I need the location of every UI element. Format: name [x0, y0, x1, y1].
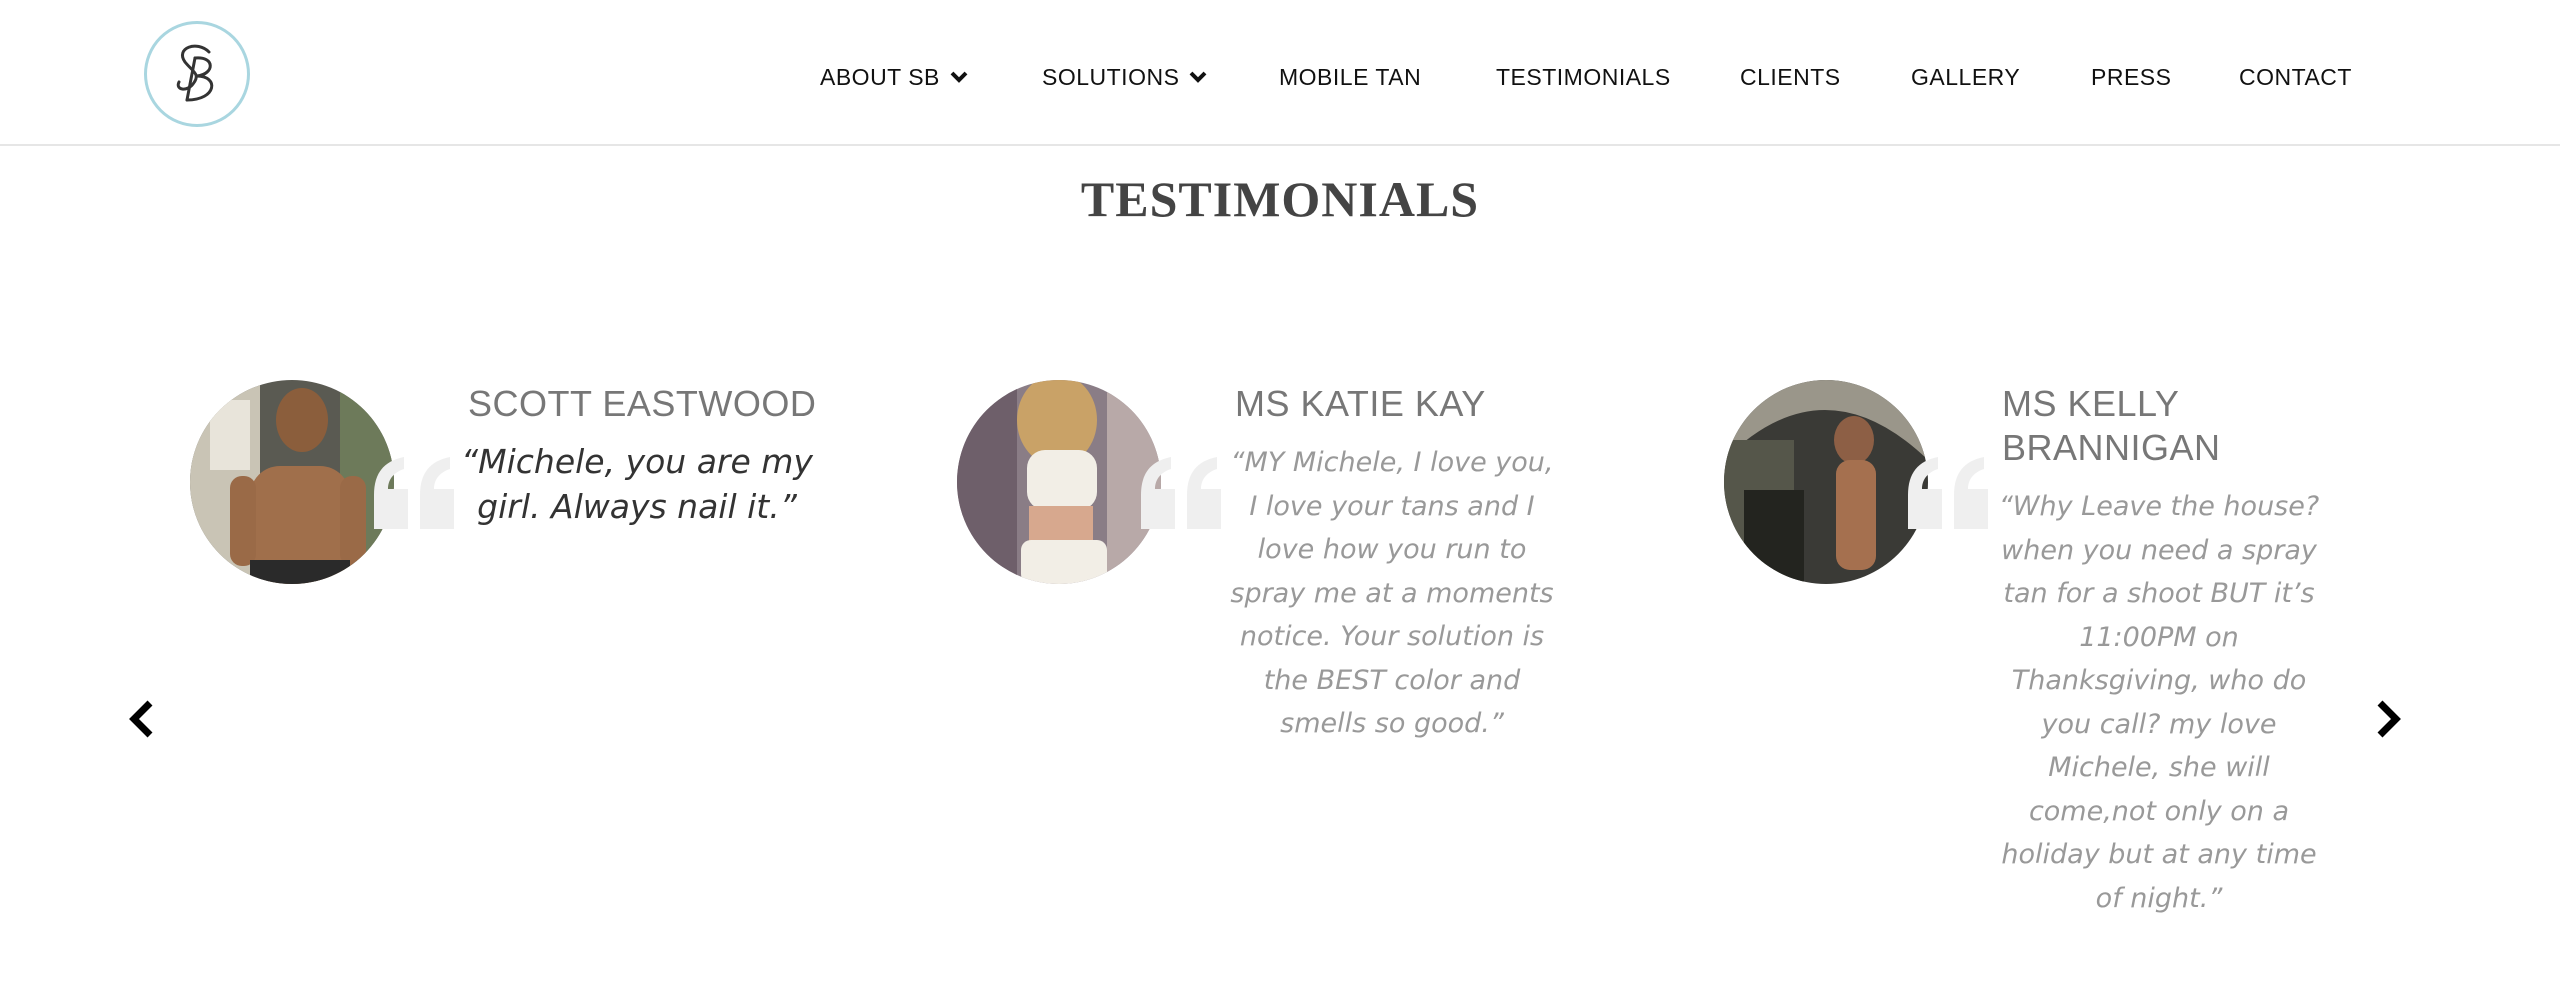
nav-item-label: ABOUT SB — [820, 63, 940, 90]
chevron-left-icon — [129, 700, 153, 738]
nav-item-label: CONTACT — [2239, 63, 2352, 90]
quote-mark-icon — [1904, 455, 1994, 536]
nav-item-mobile-tan[interactable]: MOBILE TAN — [1279, 60, 1421, 94]
nav-item-label: PRESS — [2091, 63, 2172, 90]
nav-item-label: SOLUTIONS — [1042, 63, 1180, 90]
nav-item-solutions[interactable]: SOLUTIONS — [1042, 60, 1207, 94]
testimonial-quote: “MY Michele, I love you, I love your tan… — [1230, 447, 1554, 739]
avatar — [957, 380, 1161, 584]
site-header: ABOUT SB SOLUTIONS MOBILE TAN TESTIMONIA… — [0, 0, 2560, 146]
testimonial-quote: “Why Leave the house? when you need a sp… — [1998, 491, 2320, 914]
carousel-prev-button[interactable] — [122, 697, 162, 741]
testimonial-quote: “Michele, you are my girl. Always nail i… — [461, 442, 813, 526]
testimonial-card: MS KELLY BRANNIGAN “Why Leave the house?… — [1724, 380, 2424, 940]
nav-item-label: CLIENTS — [1740, 63, 1841, 90]
testimonial-card: SCOTT EASTWOOD “Michele, you are my girl… — [190, 380, 890, 940]
nav-item-label: GALLERY — [1911, 63, 2021, 90]
testimonial-name: SCOTT EASTWOOD — [468, 383, 817, 424]
testimonial-name: MS KATIE KAY — [1235, 383, 1486, 424]
main-nav: ABOUT SB SOLUTIONS MOBILE TAN TESTIMONIA… — [0, 60, 2560, 94]
nav-item-testimonials[interactable]: TESTIMONIALS — [1496, 60, 1671, 94]
chevron-down-icon — [950, 71, 968, 83]
nav-item-gallery[interactable]: GALLERY — [1911, 60, 2020, 94]
quote-mark-icon — [370, 455, 460, 536]
nav-item-label: MOBILE TAN — [1279, 63, 1422, 90]
nav-item-clients[interactable]: CLIENTS — [1740, 60, 1841, 94]
nav-item-press[interactable]: PRESS — [2091, 60, 2171, 94]
nav-item-contact[interactable]: CONTACT — [2239, 60, 2352, 94]
avatar — [1724, 380, 1928, 584]
chevron-down-icon — [1189, 71, 1207, 83]
quote-mark-icon — [1137, 455, 1227, 536]
testimonial-card: MS KATIE KAY “MY Michele, I love you, I … — [957, 380, 1657, 940]
nav-item-about-sb[interactable]: ABOUT SB — [820, 60, 968, 94]
avatar — [190, 380, 394, 584]
testimonial-name: MS KELLY BRANNIGAN — [2002, 383, 2221, 468]
nav-item-label: TESTIMONIALS — [1496, 63, 1671, 90]
page-title: TESTIMONIALS — [1080, 171, 1480, 227]
page: ABOUT SB SOLUTIONS MOBILE TAN TESTIMONIA… — [0, 0, 2560, 989]
